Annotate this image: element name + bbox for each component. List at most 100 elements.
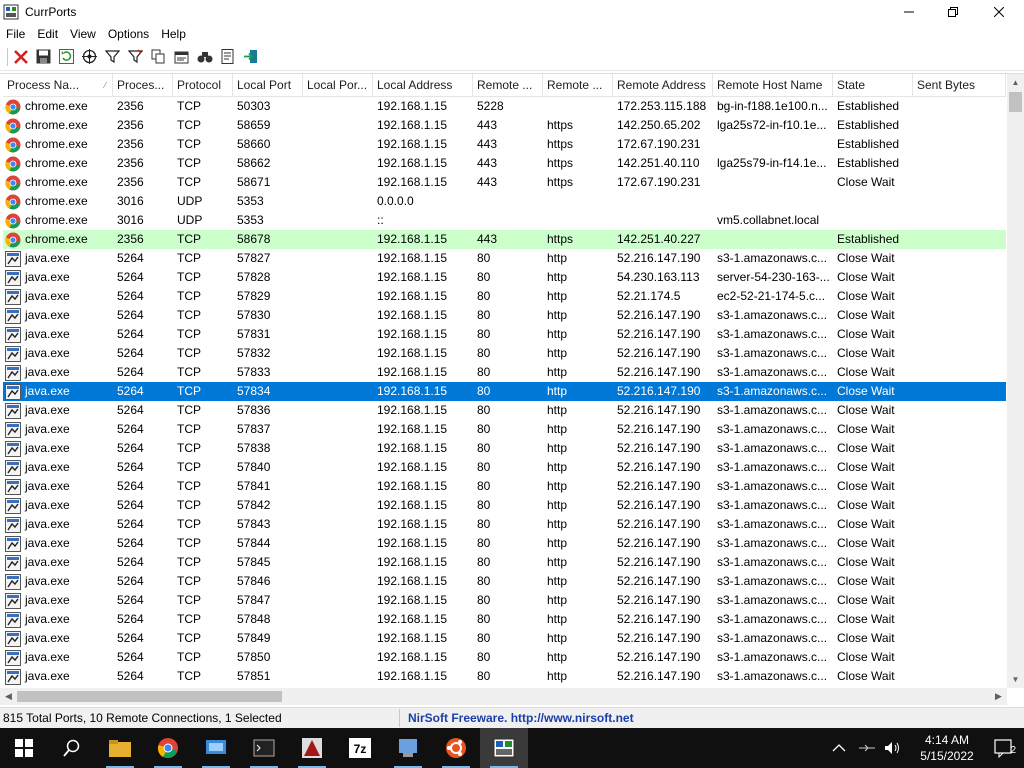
- find-button[interactable]: [193, 46, 216, 68]
- column-header[interactable]: Local Port: [233, 74, 303, 97]
- table-row[interactable]: java.exe 5264 TCP 57838 192.168.1.15 80 http 52…: [3, 439, 1006, 458]
- table-row[interactable]: java.exe 5264 TCP 57843 192.168.1.15 80 http 52…: [3, 515, 1006, 534]
- html-report-button[interactable]: [216, 46, 239, 68]
- table-row[interactable]: java.exe 5264 TCP 57849 192.168.1.15 80 http 52…: [3, 629, 1006, 648]
- table-row[interactable]: java.exe 5264 TCP 57834 192.168.1.15 80 http 52…: [3, 382, 1006, 401]
- column-header[interactable]: State: [833, 74, 913, 97]
- properties-button[interactable]: [170, 46, 193, 68]
- table-row[interactable]: chrome.exe 2356 TCP 50303 192.168.1.15 5228 17…: [3, 97, 1006, 116]
- column-header[interactable]: Local Address: [373, 74, 473, 97]
- column-header[interactable]: Remote Address: [613, 74, 713, 97]
- table-cell: http: [547, 403, 568, 417]
- column-header[interactable]: Sent Bytes: [913, 74, 1006, 97]
- table-row[interactable]: chrome.exe 2356 TCP 58662 192.168.1.15 443 htt…: [3, 154, 1006, 173]
- menu-help[interactable]: Help: [155, 27, 192, 41]
- table-row[interactable]: chrome.exe 3016 UDP 5353:: vm5.collabnet.loc…: [3, 211, 1006, 230]
- taskbar-chrome[interactable]: [144, 728, 192, 768]
- table-row[interactable]: java.exe 5264 TCP 57842 192.168.1.15 80 http 52…: [3, 496, 1006, 515]
- column-header[interactable]: Proces...: [113, 74, 173, 97]
- taskbar-command-prompt[interactable]: [240, 728, 288, 768]
- table-row[interactable]: chrome.exe 2356 TCP 58671 192.168.1.15 443 htt…: [3, 173, 1006, 192]
- table-row[interactable]: java.exe 5264 TCP 57836 192.168.1.15 80 http 52…: [3, 401, 1006, 420]
- ubuntu-icon: [446, 738, 466, 758]
- table-row[interactable]: java.exe 5264 TCP 57841 192.168.1.15 80 http 52…: [3, 477, 1006, 496]
- nirsoft-link[interactable]: NirSoft Freeware. http://www.nirsoft.net: [400, 711, 634, 725]
- menu-view[interactable]: View: [64, 27, 102, 41]
- table-cell: [913, 591, 1006, 610]
- table-row[interactable]: java.exe 5264 TCP 57829 192.168.1.15 80 http 52…: [3, 287, 1006, 306]
- column-header[interactable]: Remote Host Name: [713, 74, 833, 97]
- search-button[interactable]: [48, 728, 96, 768]
- vertical-scrollbar[interactable]: ▲ ▼: [1007, 74, 1024, 688]
- scroll-right-icon[interactable]: ▶: [990, 688, 1007, 705]
- table-row[interactable]: java.exe 5264 TCP 57827 192.168.1.15 80 http 52…: [3, 249, 1006, 268]
- table-row[interactable]: java.exe 5264 TCP 57840 192.168.1.15 80 http 52…: [3, 458, 1006, 477]
- column-header[interactable]: Local Por...: [303, 74, 373, 97]
- column-header[interactable]: Remote ...: [543, 74, 613, 97]
- table-cell: http: [547, 479, 568, 493]
- menu-file[interactable]: File: [0, 27, 31, 41]
- exit-button[interactable]: [239, 46, 262, 68]
- scroll-left-icon[interactable]: ◀: [0, 688, 17, 705]
- table-row[interactable]: java.exe 5264 TCP 57837 192.168.1.15 80 http 52…: [3, 420, 1006, 439]
- scroll-up-icon[interactable]: ▲: [1007, 74, 1024, 91]
- close-button[interactable]: [976, 0, 1022, 24]
- table-cell: [543, 192, 613, 211]
- taskbar-clock[interactable]: 4:14 AM 5/15/2022: [910, 732, 984, 764]
- table-row[interactable]: java.exe 5264 TCP 57851 192.168.1.15 80 http 52…: [3, 667, 1006, 686]
- vertical-scroll-thumb[interactable]: [1009, 92, 1022, 112]
- advanced-filter-button[interactable]: [124, 46, 147, 68]
- copy-button[interactable]: [147, 46, 170, 68]
- column-header[interactable]: Process Na... ⁄: [3, 74, 113, 97]
- taskbar-currports[interactable]: [480, 728, 528, 768]
- close-connections-button[interactable]: [9, 46, 32, 68]
- start-button[interactable]: [0, 728, 48, 768]
- table-cell: 52.216.147.190: [617, 346, 701, 360]
- table-row[interactable]: java.exe 5264 TCP 57844 192.168.1.15 80 http 52…: [3, 534, 1006, 553]
- table-cell: 52.216.147.190: [617, 479, 701, 493]
- save-button[interactable]: [32, 46, 55, 68]
- taskbar-ubuntu[interactable]: [432, 728, 480, 768]
- refresh-button[interactable]: [55, 46, 78, 68]
- column-header[interactable]: Remote ...: [473, 74, 543, 97]
- table-row[interactable]: chrome.exe 3016 UDP 5353 0.0.0.0: [3, 192, 1006, 211]
- minimize-button[interactable]: [886, 0, 932, 24]
- table-row[interactable]: java.exe 5264 TCP 57828 192.168.1.15 80 http 54…: [3, 268, 1006, 287]
- menu-options[interactable]: Options: [102, 27, 155, 41]
- taskbar-network-app[interactable]: [192, 728, 240, 768]
- table-row[interactable]: chrome.exe 2356 TCP 58678 192.168.1.15 443 htt…: [3, 230, 1006, 249]
- horizontal-scrollbar[interactable]: ◀ ▶: [0, 688, 1007, 705]
- table-row[interactable]: java.exe 5264 TCP 57845 192.168.1.15 80 http 52…: [3, 553, 1006, 572]
- volume-icon[interactable]: [884, 741, 902, 755]
- table-row[interactable]: chrome.exe 2356 TCP 58659 192.168.1.15 443 htt…: [3, 116, 1006, 135]
- show-hidden-icons-chevron-icon[interactable]: [832, 743, 846, 753]
- scroll-down-icon[interactable]: ▼: [1007, 671, 1024, 688]
- close-icon: [994, 7, 1004, 17]
- table-row[interactable]: chrome.exe 2356 TCP 58660 192.168.1.15 443 htt…: [3, 135, 1006, 154]
- network-icon[interactable]: [858, 742, 876, 754]
- column-header[interactable]: Protocol: [173, 74, 233, 97]
- taskbar-network-adapter[interactable]: [384, 728, 432, 768]
- table-row[interactable]: java.exe 5264 TCP 57832 192.168.1.15 80 http 52…: [3, 344, 1006, 363]
- horizontal-scroll-thumb[interactable]: [17, 691, 282, 702]
- java-app-icon: [5, 345, 21, 362]
- table-row[interactable]: java.exe 5264 TCP 57833 192.168.1.15 80 http 52…: [3, 363, 1006, 382]
- table-cell: 57849: [237, 631, 271, 645]
- menu-edit[interactable]: Edit: [31, 27, 64, 41]
- table-cell: 80: [477, 441, 491, 455]
- maximize-button[interactable]: [930, 0, 976, 24]
- table-row[interactable]: java.exe 5264 TCP 57850 192.168.1.15 80 http 52…: [3, 648, 1006, 667]
- table-row[interactable]: java.exe 5264 TCP 57846 192.168.1.15 80 http 52…: [3, 572, 1006, 591]
- table-row[interactable]: java.exe 5264 TCP 57830 192.168.1.15 80 http 52…: [3, 306, 1006, 325]
- target-button[interactable]: [78, 46, 101, 68]
- taskbar-file-explorer[interactable]: [96, 728, 144, 768]
- notification-center-button[interactable]: 2: [984, 738, 1024, 758]
- table-cell: java.exe: [3, 591, 113, 610]
- table-row[interactable]: java.exe 5264 TCP 57847 192.168.1.15 80 http 52…: [3, 591, 1006, 610]
- filter-button[interactable]: [101, 46, 124, 68]
- table-row[interactable]: java.exe 5264 TCP 57831 192.168.1.15 80 http 52…: [3, 325, 1006, 344]
- java-app-icon: [5, 497, 21, 514]
- table-row[interactable]: java.exe 5264 TCP 57848 192.168.1.15 80 http 52…: [3, 610, 1006, 629]
- taskbar-app[interactable]: [288, 728, 336, 768]
- taskbar-7zip[interactable]: 7z: [336, 728, 384, 768]
